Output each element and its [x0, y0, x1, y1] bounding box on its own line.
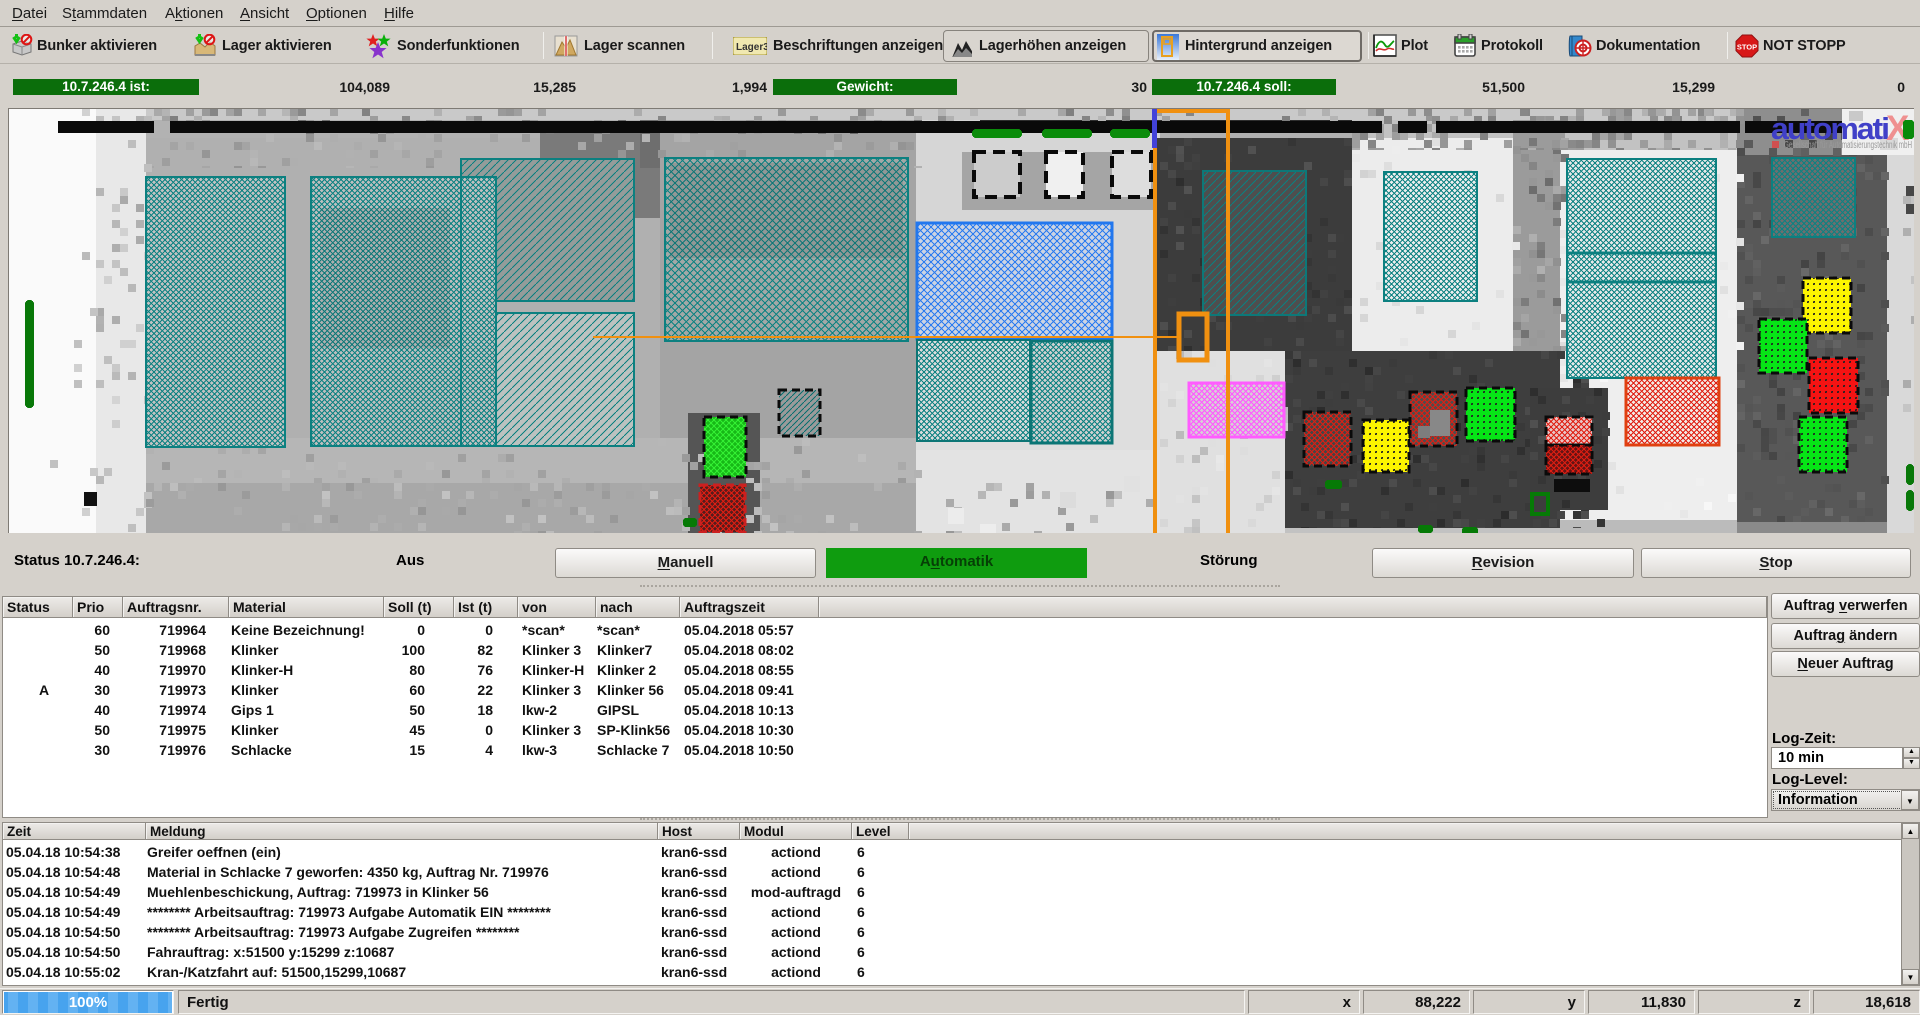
svg-text:Gesellschaft für Automatisieru: Gesellschaft für Automatisierungstechnik…: [1784, 140, 1912, 151]
svg-text:STOP: STOP: [1737, 43, 1757, 52]
svg-text:Lager3: Lager3: [736, 42, 767, 53]
